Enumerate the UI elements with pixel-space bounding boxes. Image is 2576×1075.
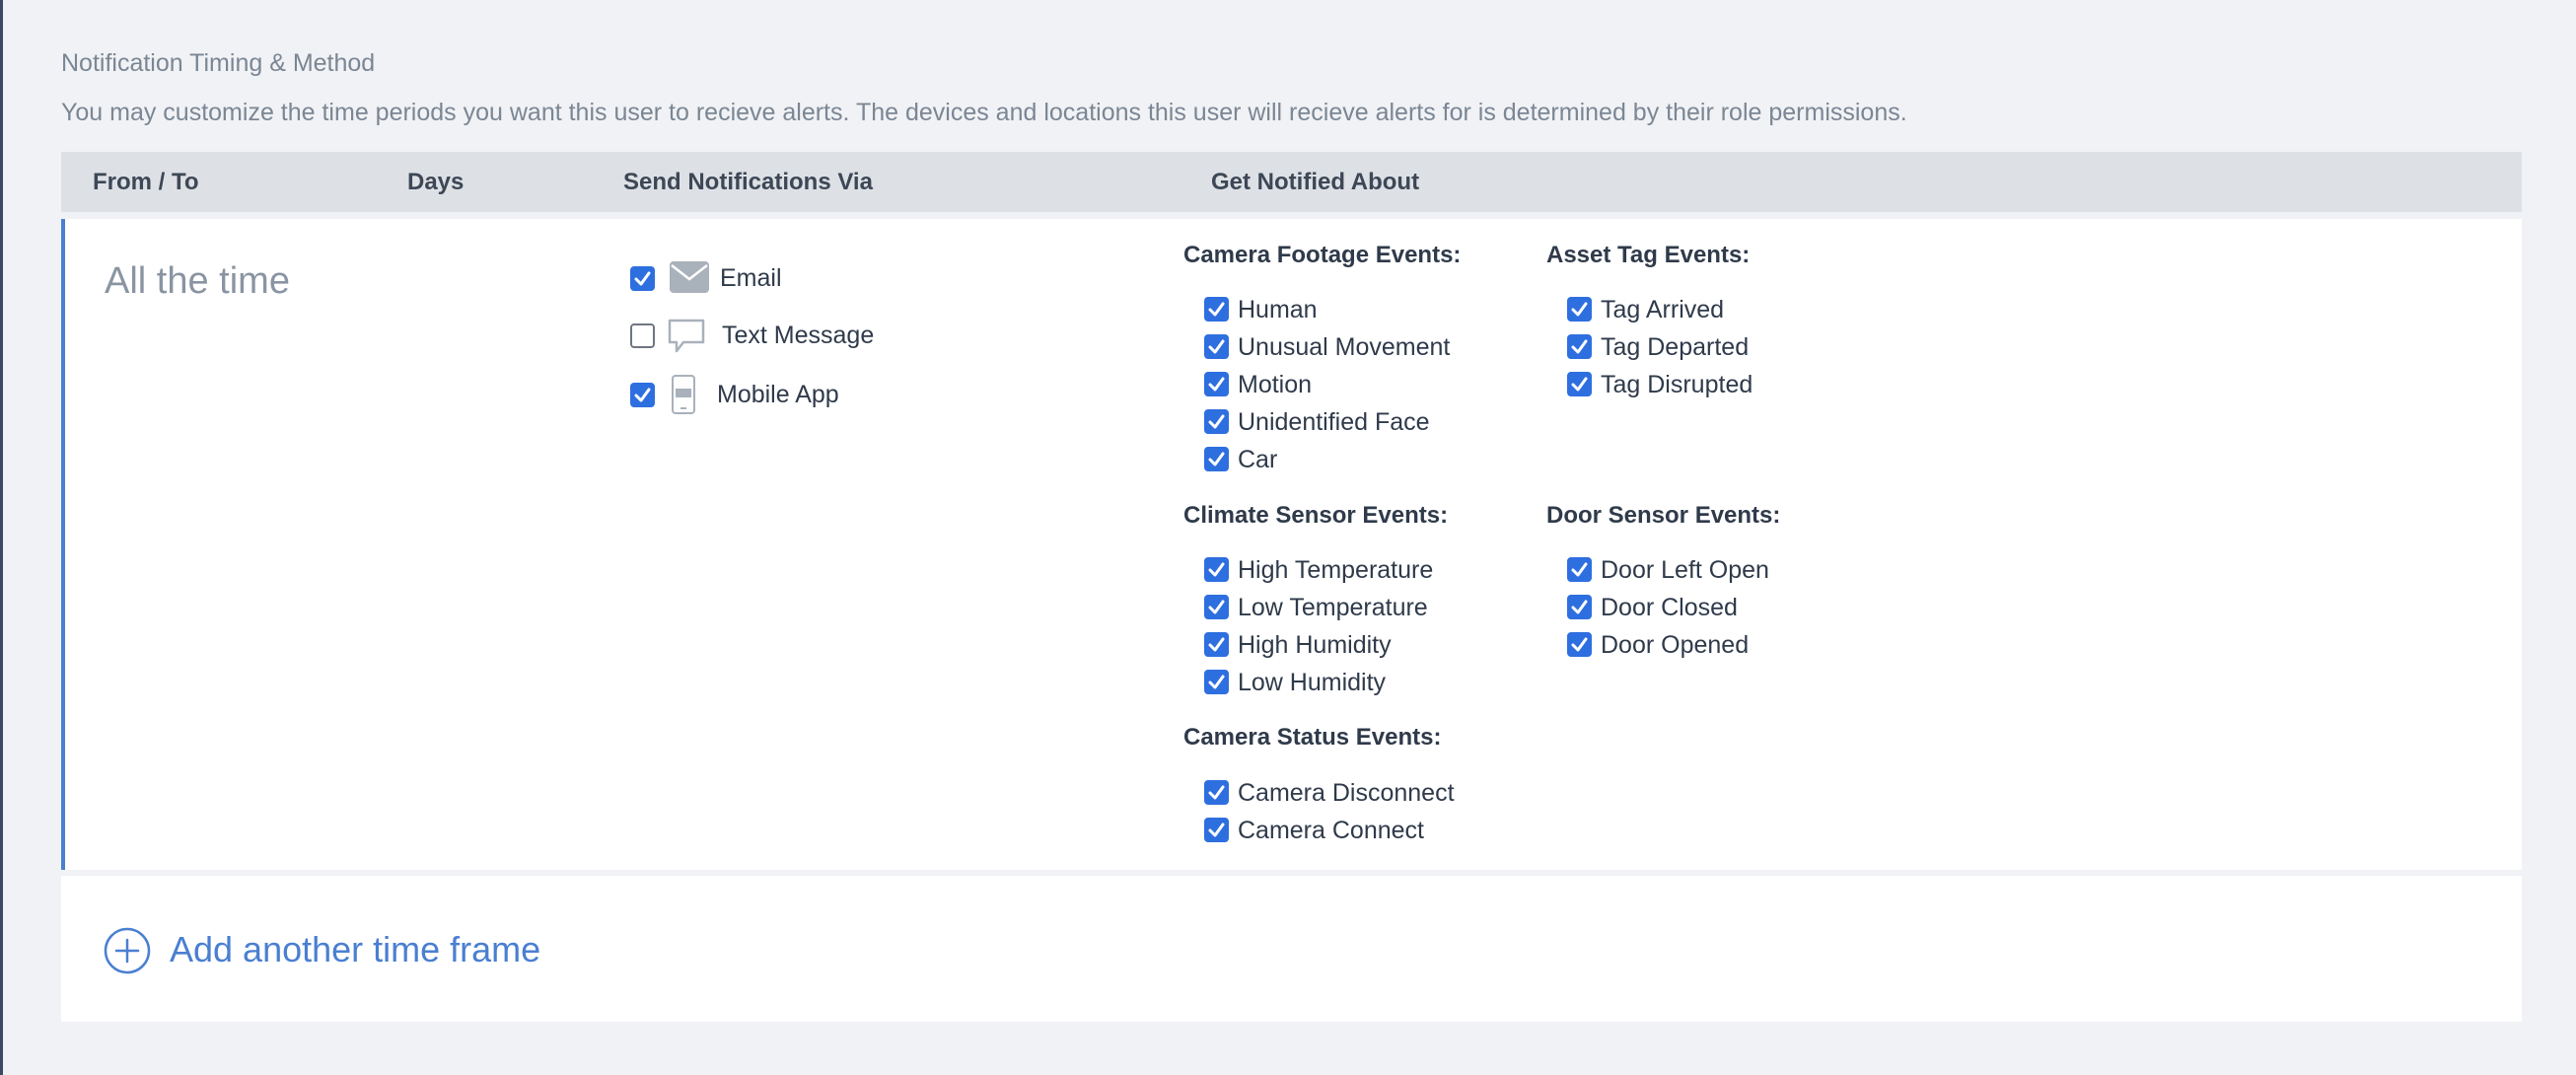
event-label: Tag Departed [1601,333,1750,361]
mobile-app-checkbox[interactable] [630,383,655,407]
event-label: Door Left Open [1601,556,1769,584]
mobile-phone-icon [672,375,695,419]
event-checkbox[interactable] [1204,670,1229,694]
event-checkbox[interactable] [1567,372,1592,396]
method-mobile-app: Mobile App [630,353,877,414]
group-title-camera-status: Camera Status Events: [1183,724,1442,751]
group-title-climate-sensor: Climate Sensor Events: [1183,502,1449,529]
header-send-via: Send Notifications Via [623,169,873,195]
event-checkbox[interactable] [1204,297,1229,322]
event-label: Tag Disrupted [1601,371,1753,398]
event-checkbox[interactable] [1204,447,1229,471]
event-label: Tag Arrived [1601,296,1725,323]
plus-circle-icon[interactable] [104,927,151,974]
event-checkbox[interactable] [1204,632,1229,657]
event-label: Motion [1238,371,1313,398]
event-label: Unusual Movement [1238,333,1451,361]
group-title-asset-tag: Asset Tag Events: [1546,242,1751,268]
event-checkbox[interactable] [1567,297,1592,322]
left-edge-rule [0,0,3,1075]
event-checkbox[interactable] [1567,334,1592,359]
add-time-frame-panel: Add another time frame [61,876,2522,1022]
section-description: You may customize the time periods you w… [61,99,1907,126]
event-checkbox[interactable] [1204,409,1229,434]
event-label: Unidentified Face [1238,408,1430,436]
time-frame-label: All the time [105,260,290,302]
event-label: Camera Disconnect [1238,779,1455,807]
group-title-door-sensor: Door Sensor Events: [1546,502,1781,529]
event-checkbox[interactable] [1204,780,1229,805]
header-days: Days [407,169,465,195]
add-time-frame-link[interactable]: Add another time frame [170,929,540,970]
event-checkbox[interactable] [1567,632,1592,657]
time-frame-row: All the time Email Text Message Mobile A… [61,219,2522,870]
group-title-camera-footage: Camera Footage Events: [1183,242,1462,268]
text-message-label: Text Message [722,322,875,349]
event-label: Low Temperature [1238,594,1428,621]
event-label: Car [1238,446,1278,473]
event-label: Door Opened [1601,631,1750,659]
event-checkbox[interactable] [1204,595,1229,619]
method-text-message: Text Message [630,296,877,353]
event-label: Human [1238,296,1318,323]
event-label: Door Closed [1601,594,1738,621]
email-checkbox[interactable] [630,266,655,291]
event-label: High Humidity [1238,631,1392,659]
email-label: Email [720,264,782,292]
event-label: High Temperature [1238,556,1434,584]
text-message-checkbox[interactable] [630,323,655,348]
event-checkbox[interactable] [1567,557,1592,582]
event-label: Low Humidity [1238,669,1387,696]
header-notified-about: Get Notified About [1211,169,1420,195]
event-checkbox[interactable] [1204,557,1229,582]
event-checkbox[interactable] [1204,818,1229,842]
event-checkbox[interactable] [1204,372,1229,396]
header-from-to: From / To [93,169,199,195]
section-title: Notification Timing & Method [61,49,376,77]
table-header: From / To Days Send Notifications Via Ge… [61,152,2522,212]
event-checkbox[interactable] [1204,334,1229,359]
event-label: Camera Connect [1238,817,1424,844]
event-checkbox[interactable] [1567,595,1592,619]
envelope-icon [670,261,709,298]
method-email: Email [630,239,827,293]
mobile-app-label: Mobile App [717,381,839,408]
